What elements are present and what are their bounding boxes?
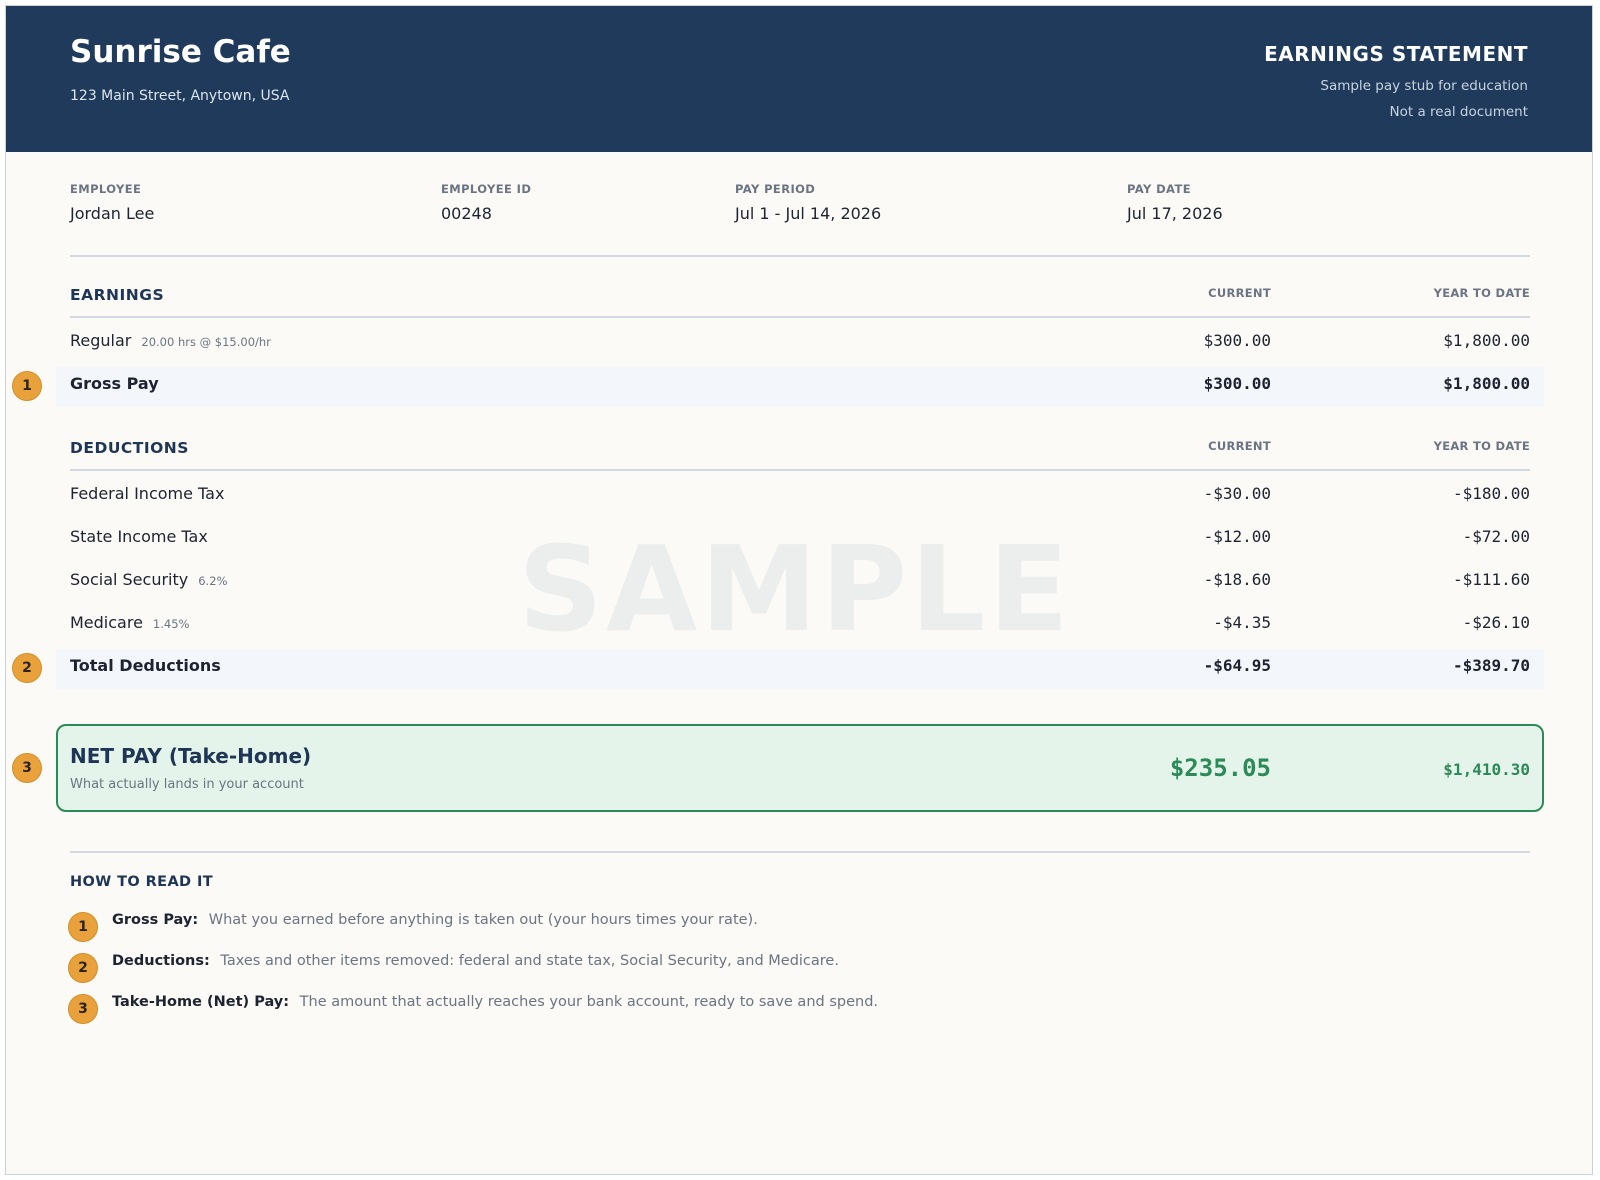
- pay-period-label: PAY PERIOD: [735, 182, 816, 196]
- earnings-row-current: $300.00: [1203, 331, 1271, 350]
- marker-1-badge: 1: [12, 371, 42, 401]
- how-to-read-title: HOW TO READ IT: [70, 874, 214, 890]
- gross-pay-row: [56, 367, 1544, 407]
- gross-pay-ytd: $1,800.00: [1443, 374, 1530, 393]
- deduction-row-ytd: -$72.00: [1462, 527, 1530, 546]
- pay-date-value: Jul 17, 2026: [1127, 204, 1223, 223]
- total-deductions-row: [56, 649, 1544, 689]
- pay-date-label: PAY DATE: [1127, 182, 1191, 196]
- document-disclaimer: Not a real document: [1389, 104, 1529, 120]
- marker-2-badge: 2: [68, 953, 98, 983]
- net-pay-current: $235.05: [1169, 754, 1271, 782]
- marker-3-badge: 3: [12, 753, 42, 783]
- how-to-item: Deductions: Taxes and other items remove…: [112, 953, 839, 969]
- deductions-section-title: DEDUCTIONS: [70, 439, 189, 457]
- deductions-ytd-header: YEAR TO DATE: [1433, 439, 1530, 453]
- deduction-row-medicare: Medicare 1.45%: [70, 613, 189, 632]
- earnings-row-regular: Regular 20.00 hrs @ $15.00/hr: [70, 331, 271, 350]
- deduction-row-social-security: Social Security 6.2%: [70, 570, 227, 589]
- earnings-ytd-header: YEAR TO DATE: [1433, 286, 1530, 300]
- pay-stub-document: Sunrise Cafe 123 Main Street, Anytown, U…: [5, 5, 1593, 1175]
- deduction-row-label: State Income Tax: [70, 527, 208, 546]
- earnings-row-ytd: $1,800.00: [1443, 331, 1530, 350]
- how-to-text: The amount that actually reaches your ba…: [299, 994, 879, 1010]
- deduction-row-label: Federal Income Tax: [70, 484, 225, 503]
- deduction-row-current: -$30.00: [1203, 484, 1271, 503]
- employee-label: EMPLOYEE: [70, 182, 142, 196]
- how-to-term: Take-Home (Net) Pay:: [112, 994, 290, 1010]
- divider: [70, 255, 1530, 257]
- deduction-row-federal: Federal Income Tax: [70, 484, 224, 503]
- company-name: Sunrise Cafe: [70, 34, 291, 70]
- document-title: EARNINGS STATEMENT: [1264, 42, 1528, 66]
- marker-2-badge: 2: [12, 653, 42, 683]
- total-deductions-ytd: -$389.70: [1452, 656, 1530, 675]
- how-to-text: Taxes and other items removed: federal a…: [220, 953, 839, 969]
- total-deductions-label: Total Deductions: [70, 656, 221, 675]
- net-pay-title: NET PAY (Take-Home): [70, 744, 312, 768]
- deduction-row-current: -$12.00: [1203, 527, 1271, 546]
- sample-watermark: SAMPLE: [518, 520, 1073, 658]
- document-header: Sunrise Cafe 123 Main Street, Anytown, U…: [6, 6, 1592, 152]
- deduction-row-note: 6.2%: [198, 574, 228, 588]
- net-pay-ytd: $1,410.30: [1443, 760, 1530, 779]
- earnings-section-title: EARNINGS: [70, 286, 165, 304]
- net-pay-box: [56, 724, 1544, 812]
- how-to-term: Deductions:: [112, 953, 210, 969]
- divider: [70, 851, 1530, 853]
- deduction-row-ytd: -$111.60: [1452, 570, 1530, 589]
- how-to-text: What you earned before anything is taken…: [208, 912, 758, 928]
- company-address: 123 Main Street, Anytown, USA: [70, 88, 290, 104]
- marker-3-badge: 3: [68, 994, 98, 1024]
- deductions-current-header: CURRENT: [1208, 439, 1271, 453]
- earnings-row-label: Regular: [70, 331, 132, 350]
- net-pay-subtitle: What actually lands in your account: [70, 777, 304, 792]
- deduction-row-ytd: -$180.00: [1452, 484, 1530, 503]
- employee-id-label: EMPLOYEE ID: [441, 182, 532, 196]
- total-deductions-current: -$64.95: [1203, 656, 1271, 675]
- how-to-term: Gross Pay:: [112, 912, 199, 928]
- deduction-row-current: -$4.35: [1213, 613, 1271, 632]
- earnings-row-note: 20.00 hrs @ $15.00/hr: [141, 335, 271, 349]
- document-subtitle: Sample pay stub for education: [1320, 78, 1528, 94]
- deductions-header-rule: [70, 469, 1530, 471]
- deduction-row-note: 1.45%: [152, 617, 190, 631]
- deduction-row-label: Medicare: [70, 613, 143, 632]
- marker-1-badge: 1: [68, 912, 98, 942]
- how-to-item: Take-Home (Net) Pay: The amount that act…: [112, 994, 878, 1010]
- pay-period-value: Jul 1 - Jul 14, 2026: [735, 204, 882, 223]
- earnings-header-rule: [70, 316, 1530, 318]
- how-to-item: Gross Pay: What you earned before anythi…: [112, 912, 758, 928]
- deduction-row-state: State Income Tax: [70, 527, 208, 546]
- gross-pay-current: $300.00: [1203, 374, 1271, 393]
- employee-name: Jordan Lee: [70, 204, 155, 223]
- deduction-row-ytd: -$26.10: [1462, 613, 1530, 632]
- deduction-row-current: -$18.60: [1203, 570, 1271, 589]
- employee-id-value: 00248: [441, 204, 492, 223]
- gross-pay-label: Gross Pay: [70, 374, 159, 393]
- deduction-row-label: Social Security: [70, 570, 189, 589]
- earnings-current-header: CURRENT: [1208, 286, 1271, 300]
